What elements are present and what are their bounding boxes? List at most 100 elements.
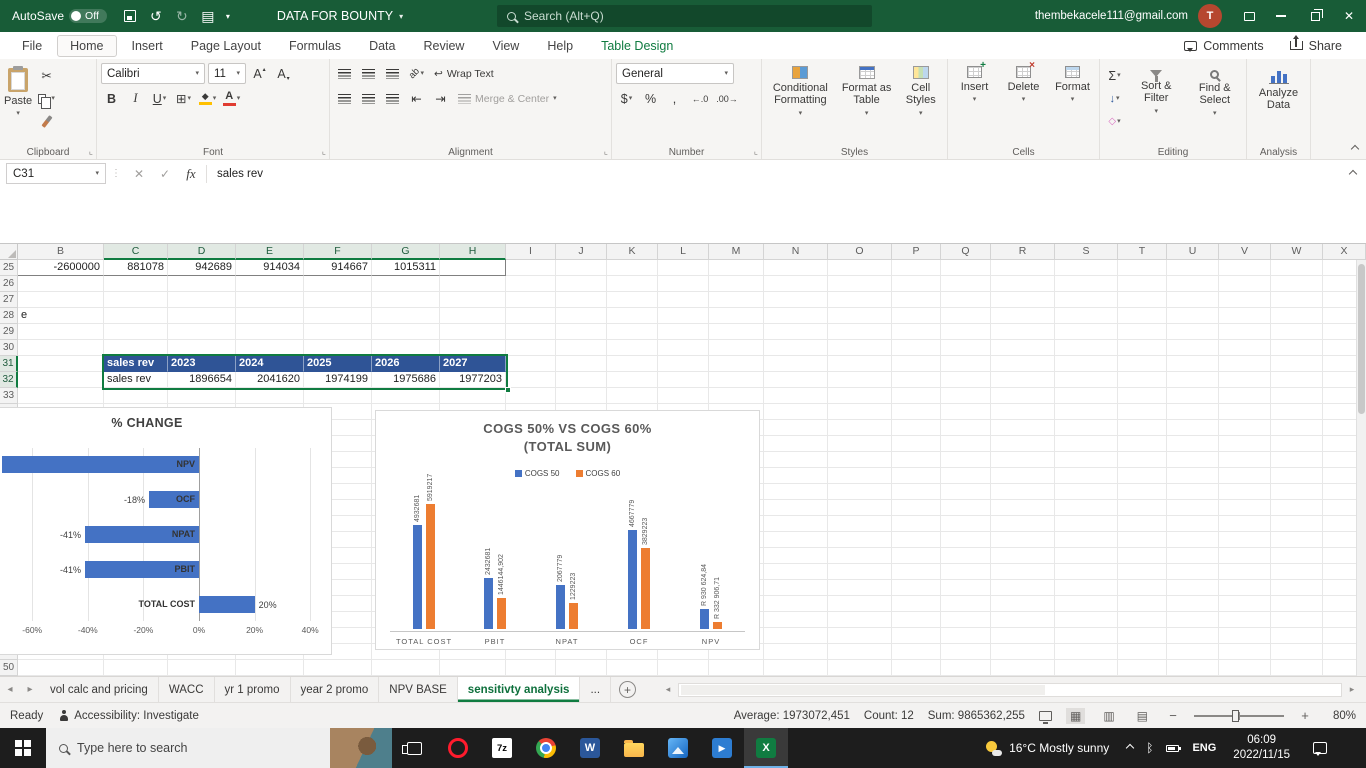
cell-U36[interactable] [1167, 436, 1219, 452]
row-header-26[interactable]: 26 [0, 276, 18, 292]
cell-S41[interactable] [1055, 516, 1118, 532]
fill-color-button[interactable]: ◆ ▾ [197, 88, 218, 109]
zoom-slider-handle[interactable] [1232, 709, 1239, 722]
cell-M29[interactable] [709, 324, 764, 340]
cell-T30[interactable] [1118, 340, 1167, 356]
cell-W26[interactable] [1271, 276, 1323, 292]
cell-K50[interactable] [607, 660, 658, 676]
sheet-tab-wacc[interactable]: WACC [159, 677, 215, 702]
column-header-H[interactable]: H [440, 244, 506, 260]
cell-B31[interactable] [18, 356, 104, 372]
cell-W33[interactable] [1271, 388, 1323, 404]
cell-C29[interactable] [104, 324, 168, 340]
cell-N28[interactable] [764, 308, 828, 324]
titlebar-search[interactable]: Search (Alt+Q) [497, 5, 872, 27]
cell-P47[interactable] [892, 612, 941, 628]
cell-V25[interactable] [1219, 260, 1271, 276]
cell-V39[interactable] [1219, 484, 1271, 500]
cell-V40[interactable] [1219, 500, 1271, 516]
cell-F27[interactable] [304, 292, 372, 308]
cell-V36[interactable] [1219, 436, 1271, 452]
cell-R45[interactable] [991, 580, 1055, 596]
cell-C32[interactable]: sales rev [104, 372, 168, 388]
cell-I29[interactable] [506, 324, 556, 340]
cell-O26[interactable] [828, 276, 892, 292]
cell-C31[interactable]: sales rev [104, 356, 168, 372]
cell-K31[interactable] [607, 356, 658, 372]
quick-access-book-button[interactable]: ▤ [195, 0, 221, 32]
cell-O45[interactable] [828, 580, 892, 596]
conditional-formatting-button[interactable]: Conditional Formatting ▾ [766, 63, 835, 117]
column-header-G[interactable]: G [372, 244, 440, 260]
cell-T26[interactable] [1118, 276, 1167, 292]
cell-F32[interactable]: 1974199 [304, 372, 372, 388]
cell-V45[interactable] [1219, 580, 1271, 596]
column-header-T[interactable]: T [1118, 244, 1167, 260]
cell-D33[interactable] [168, 388, 236, 404]
row-header-28[interactable]: 28 [0, 308, 18, 324]
display-settings-icon[interactable] [1038, 710, 1052, 724]
cell-R49[interactable] [991, 644, 1055, 660]
cell-S45[interactable] [1055, 580, 1118, 596]
tab-formulas[interactable]: Formulas [276, 35, 354, 57]
cell-V28[interactable] [1219, 308, 1271, 324]
cell-Q41[interactable] [941, 516, 991, 532]
cell-T41[interactable] [1118, 516, 1167, 532]
cell-Q47[interactable] [941, 612, 991, 628]
align-right-button[interactable] [382, 88, 403, 109]
cell-S27[interactable] [1055, 292, 1118, 308]
clipboard-dialog-launcher[interactable]: ⌞ [89, 146, 93, 157]
cell-O28[interactable] [828, 308, 892, 324]
cell-B32[interactable] [18, 372, 104, 388]
cell-O25[interactable] [828, 260, 892, 276]
row-header-30[interactable]: 30 [0, 340, 18, 356]
column-header-K[interactable]: K [607, 244, 658, 260]
cell-V50[interactable] [1219, 660, 1271, 676]
action-center-button[interactable] [1313, 742, 1327, 756]
cell-O32[interactable] [828, 372, 892, 388]
cell-O48[interactable] [828, 628, 892, 644]
cell-F26[interactable] [304, 276, 372, 292]
name-box[interactable]: C31 ▾ [6, 163, 106, 184]
cell-O50[interactable] [828, 660, 892, 676]
column-header-U[interactable]: U [1167, 244, 1219, 260]
cell-U37[interactable] [1167, 452, 1219, 468]
cell-T27[interactable] [1118, 292, 1167, 308]
decrease-indent-button[interactable]: ⇤ [406, 88, 427, 109]
cell-W41[interactable] [1271, 516, 1323, 532]
increase-indent-button[interactable]: ⇥ [430, 88, 451, 109]
cell-C25[interactable]: 881078 [104, 260, 168, 276]
cell-C50[interactable] [104, 660, 168, 676]
cell-C30[interactable] [104, 340, 168, 356]
cell-R27[interactable] [991, 292, 1055, 308]
bold-button[interactable]: B [101, 88, 122, 109]
cell-N47[interactable] [764, 612, 828, 628]
cell-S25[interactable] [1055, 260, 1118, 276]
cell-J28[interactable] [556, 308, 607, 324]
customize-quick-access-button[interactable]: ▾ [221, 0, 235, 32]
row-header-33[interactable]: 33 [0, 388, 18, 404]
cell-E28[interactable] [236, 308, 304, 324]
cell-H28[interactable] [440, 308, 506, 324]
cell-C27[interactable] [104, 292, 168, 308]
cell-S32[interactable] [1055, 372, 1118, 388]
cell-S42[interactable] [1055, 532, 1118, 548]
cell-B26[interactable] [18, 276, 104, 292]
cell-O39[interactable] [828, 484, 892, 500]
hscroll-right-button[interactable]: ▸ [1344, 684, 1360, 695]
cell-P32[interactable] [892, 372, 941, 388]
chart-cogs-comparison[interactable]: COGS 50% VS COGS 60% (TOTAL SUM) COGS 50 CO… [375, 410, 760, 650]
cut-button[interactable]: ✂ [36, 65, 57, 86]
cell-R28[interactable] [991, 308, 1055, 324]
cell-O34[interactable] [828, 404, 892, 420]
horizontal-scrollbar[interactable] [678, 682, 1342, 697]
spreadsheet-grid[interactable]: B C D E F G H I J K L M N O P Q R S T U V W X 25 -2600000 881078 9… [0, 244, 1366, 676]
cell-W45[interactable] [1271, 580, 1323, 596]
find-select-button[interactable]: Find & Select ▾ [1188, 63, 1243, 117]
paste-button[interactable]: Paste ▾ [4, 63, 32, 117]
comma-style-button[interactable]: , [664, 88, 685, 109]
cell-K32[interactable] [607, 372, 658, 388]
cell-T35[interactable] [1118, 420, 1167, 436]
cell-Q27[interactable] [941, 292, 991, 308]
autosave-toggle[interactable]: AutoSave Off [0, 9, 117, 23]
